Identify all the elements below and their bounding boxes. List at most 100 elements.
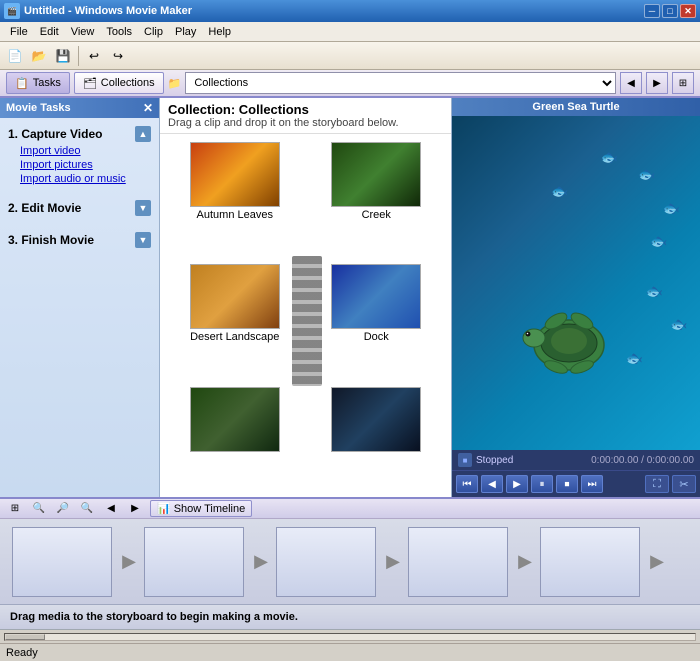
fish-1: 🐟 [638, 166, 655, 183]
preview-video: 🐟 🐟 🐟 🐟 🐟 🐟 🐟 🐟 [452, 116, 700, 450]
preview-area: Green Sea Turtle 🐟 🐟 🐟 🐟 🐟 🐟 🐟 🐟 [452, 98, 700, 497]
tasks-button[interactable]: 📋 Tasks [6, 72, 70, 94]
next-button[interactable]: ▶ [126, 501, 144, 517]
collections-grid: Autumn Leaves Creek Desert Landscape Doc… [160, 134, 451, 497]
zoom-out-button[interactable]: 🔍 [78, 501, 96, 517]
clip-thumb-row3b [331, 387, 421, 452]
drag-message-text: Drag media to the storyboard to begin ma… [10, 611, 298, 623]
capture-video-label: 1. Capture Video [8, 127, 102, 141]
menu-help[interactable]: Help [202, 24, 237, 40]
split-button[interactable]: ✂ [672, 475, 696, 493]
scrollbar-track[interactable] [4, 633, 696, 641]
edit-movie-chevron[interactable]: ▼ [135, 200, 151, 216]
fish-6: 🐟 [670, 316, 687, 333]
turtle-svg [514, 303, 624, 383]
view-icon-btn-1[interactable]: ◀ [620, 72, 642, 94]
minimize-button[interactable]: ─ [644, 4, 660, 18]
fish-5: 🐟 [645, 283, 662, 300]
tasks-label: Tasks [33, 77, 61, 89]
turtle-background: 🐟 🐟 🐟 🐟 🐟 🐟 🐟 🐟 [452, 116, 700, 450]
edit-movie-section-title: 2. Edit Movie ▼ [4, 198, 155, 218]
collections-label: Collections [101, 77, 155, 89]
scrollbar-area [0, 629, 700, 643]
capture-video-section-title: 1. Capture Video ▲ [4, 124, 155, 144]
save-button[interactable]: 💾 [52, 45, 74, 67]
storyboard-icon-btn-2[interactable]: 🔍 [30, 501, 48, 517]
window-title: Untitled - Windows Movie Maker [24, 5, 192, 17]
zoom-in-button[interactable]: 🔎 [54, 501, 72, 517]
fish-8: 🐟 [551, 183, 568, 200]
import-pictures-link[interactable]: Import pictures [4, 158, 155, 172]
collections-select[interactable]: Collections [185, 72, 616, 94]
sidebar-close-button[interactable]: ✕ [143, 101, 153, 115]
view-toolbar: 📋 Tasks 🗂 Collections 📁 Collections ◀ ▶ … [0, 70, 700, 98]
menu-bar: File Edit View Tools Clip Play Help [0, 22, 700, 42]
capture-video-chevron[interactable]: ▲ [135, 126, 151, 142]
clip-thumb-autumn-leaves [190, 142, 280, 207]
undo-button[interactable]: ↩ [83, 45, 105, 67]
clip-item-dock[interactable]: Dock [310, 264, 444, 378]
clip-item-creek[interactable]: Creek [310, 142, 444, 256]
clip-item-row3b[interactable] [310, 387, 444, 489]
menu-file[interactable]: File [4, 24, 34, 40]
redo-button[interactable]: ↪ [107, 45, 129, 67]
preview-status-bar: ■ Stopped 0:00:00.00 / 0:00:00.00 [452, 450, 700, 470]
fish-3: 🐟 [601, 149, 618, 166]
menu-clip[interactable]: Clip [138, 24, 169, 40]
menu-edit[interactable]: Edit [34, 24, 65, 40]
collections-dropdown-area: 📁 Collections [168, 72, 616, 94]
toolbar-separator-1 [78, 46, 79, 66]
main-toolbar: 📄 📂 💾 ↩ ↪ [0, 42, 700, 70]
clip-item-autumn-leaves[interactable]: Autumn Leaves [168, 142, 302, 256]
preview-controls: ⏮ ◀ ▶ ⏸ ⏹ ⏭ ⛶ ✂ [452, 470, 700, 497]
app-icon: 🎬 [4, 3, 20, 19]
clip-label-creek: Creek [362, 209, 391, 221]
status-bar: Ready [0, 643, 700, 661]
import-video-link[interactable]: Import video [4, 144, 155, 158]
rewind-button[interactable]: ◀ [481, 475, 503, 493]
stop-button[interactable]: ⏹ [556, 475, 578, 493]
main-area: Movie Tasks ✕ 1. Capture Video ▲ Import … [0, 98, 700, 497]
preview-time: 0:00:00.00 / 0:00:00.00 [591, 455, 694, 466]
collections-button[interactable]: 🗂 Collections [74, 72, 164, 94]
clip-item-row3a[interactable] [168, 387, 302, 489]
title-bar: 🎬 Untitled - Windows Movie Maker ─ □ ✕ [0, 0, 700, 22]
pause-button[interactable]: ⏸ [531, 475, 553, 493]
import-audio-link[interactable]: Import audio or music [4, 172, 155, 186]
clip-thumb-desert-landscape [190, 264, 280, 329]
show-timeline-label: Show Timeline [174, 503, 246, 515]
view-icon-btn-2[interactable]: ▶ [646, 72, 668, 94]
fullscreen-button[interactable]: ⛶ [645, 475, 669, 493]
maximize-button[interactable]: □ [662, 4, 678, 18]
collections-area: Collection: Collections Drag a clip and … [160, 98, 452, 497]
menu-play[interactable]: Play [169, 24, 202, 40]
clip-thumb-dock [331, 264, 421, 329]
play-button[interactable]: ▶ [506, 475, 528, 493]
prev-button[interactable]: ◀ [102, 501, 120, 517]
finish-movie-chevron[interactable]: ▼ [135, 232, 151, 248]
fish-4: 🐟 [650, 233, 667, 250]
open-button[interactable]: 📂 [28, 45, 50, 67]
scrollbar-thumb[interactable] [5, 634, 45, 640]
fish-2: 🐟 [663, 200, 680, 217]
next-frame-button[interactable]: ⏭ [581, 475, 603, 493]
prev-frame-button[interactable]: ⏮ [456, 475, 478, 493]
view-details-btn[interactable]: ⊞ [672, 72, 694, 94]
clip-item-desert-landscape[interactable]: Desert Landscape [168, 264, 302, 378]
status-icon: ■ [458, 453, 472, 467]
finish-movie-section-title: 3. Finish Movie ▼ [4, 230, 155, 250]
close-button[interactable]: ✕ [680, 4, 696, 18]
clip-thumb-creek [331, 142, 421, 207]
clip-thumb-row3a [190, 387, 280, 452]
clip-label-dock: Dock [364, 331, 389, 343]
timeline-icon: 📊 [157, 502, 171, 515]
tasks-icon: 📋 [15, 77, 29, 90]
menu-view[interactable]: View [65, 24, 101, 40]
sidebar-section-capture: 1. Capture Video ▲ Import video Import p… [0, 118, 159, 192]
show-timeline-button[interactable]: 📊 Show Timeline [150, 500, 252, 517]
edit-movie-label: 2. Edit Movie [8, 201, 81, 215]
storyboard-icon-btn-1[interactable]: ⊞ [6, 501, 24, 517]
new-button[interactable]: 📄 [4, 45, 26, 67]
preview-status-text: Stopped [476, 455, 587, 466]
menu-tools[interactable]: Tools [100, 24, 138, 40]
